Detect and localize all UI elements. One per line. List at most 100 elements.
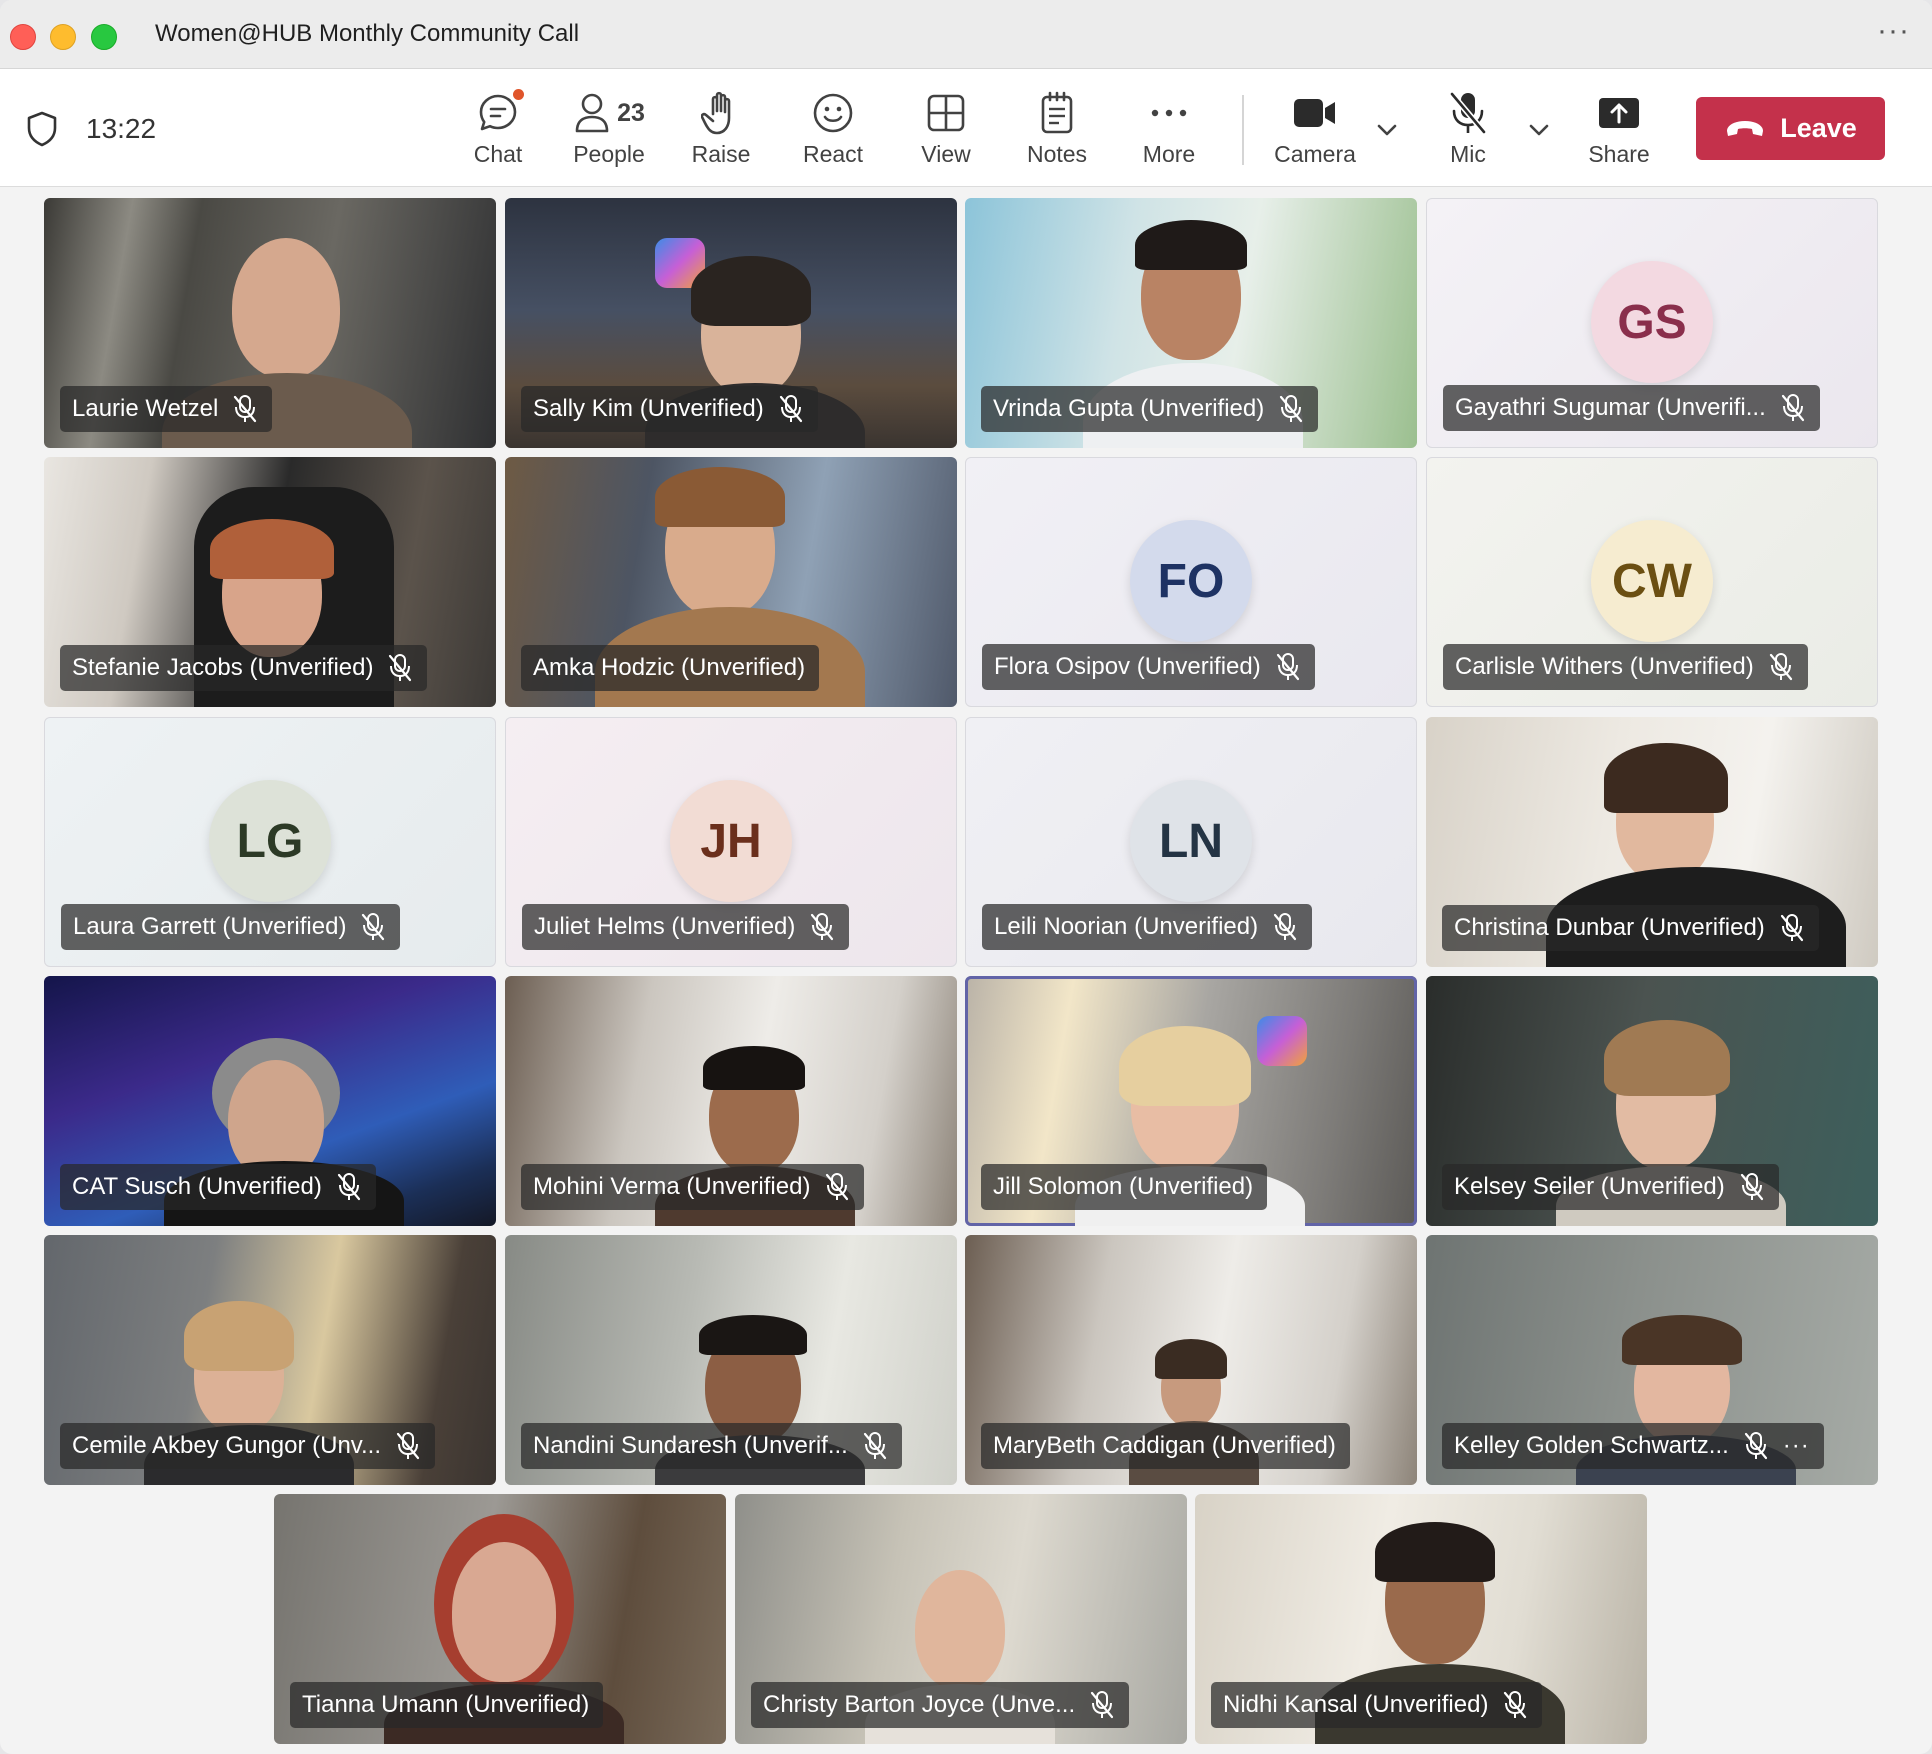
participant-name: Leili Noorian (Unverified) bbox=[994, 913, 1259, 940]
mic-off-icon bbox=[1448, 87, 1488, 139]
more-button[interactable]: More bbox=[1119, 87, 1219, 175]
mic-button[interactable]: Mic bbox=[1418, 87, 1518, 175]
more-dots-icon bbox=[1149, 87, 1189, 139]
participant-nameplate: Jill Solomon (Unverified) bbox=[981, 1164, 1268, 1210]
participant-tile[interactable]: CW Carlisle Withers (Unverified) bbox=[1426, 457, 1878, 707]
participant-nameplate: Christina Dunbar (Unverified) bbox=[1442, 905, 1819, 951]
participant-tile[interactable]: Nidhi Kansal (Unverified) bbox=[1195, 1494, 1647, 1744]
mic-label: Mic bbox=[1450, 141, 1486, 167]
participant-name: MaryBeth Caddigan (Unverified) bbox=[993, 1432, 1336, 1459]
raise-hand-button[interactable]: Raise bbox=[671, 87, 771, 175]
participant-name: Flora Osipov (Unverified) bbox=[994, 653, 1261, 680]
participant-name: CAT Susch (Unverified) bbox=[72, 1173, 322, 1200]
participant-name: Kelley Golden Schwartz... bbox=[1454, 1432, 1729, 1459]
participant-tile[interactable]: MaryBeth Caddigan (Unverified) bbox=[965, 1235, 1417, 1485]
participant-nameplate: Leili Noorian (Unverified) bbox=[982, 904, 1313, 950]
participant-name: Mohini Verma (Unverified) bbox=[533, 1173, 811, 1200]
participant-tile[interactable]: Cemile Akbey Gungor (Unv... bbox=[44, 1235, 496, 1485]
participant-more-options-icon[interactable]: ··· bbox=[1783, 1432, 1810, 1460]
teams-meeting-window: Women@HUB Monthly Community Call ··· 13:… bbox=[0, 0, 1932, 1754]
avatar: LN bbox=[1130, 780, 1252, 902]
avatar: FO bbox=[1130, 520, 1252, 642]
participant-tile[interactable]: Laurie Wetzel bbox=[44, 198, 496, 448]
participant-tile[interactable]: Kelsey Seiler (Unverified) bbox=[1426, 976, 1878, 1226]
participant-tile[interactable]: Sally Kim (Unverified) bbox=[505, 198, 957, 448]
mic-muted-icon bbox=[396, 1432, 420, 1460]
shield-icon[interactable] bbox=[26, 111, 58, 147]
participant-name: Vrinda Gupta (Unverified) bbox=[993, 395, 1265, 422]
participant-tile[interactable]: Christina Dunbar (Unverified) bbox=[1426, 717, 1878, 967]
view-button[interactable]: View bbox=[896, 87, 996, 175]
participant-name: Carlisle Withers (Unverified) bbox=[1455, 653, 1754, 680]
mic-muted-icon bbox=[1504, 1691, 1527, 1719]
react-label: React bbox=[802, 141, 864, 167]
participant-nameplate: Mohini Verma (Unverified) bbox=[521, 1164, 865, 1210]
chat-label: Chat bbox=[473, 141, 523, 167]
participant-name: Gayathri Sugumar (Unverifi... bbox=[1455, 394, 1766, 421]
participant-name: Laura Garrett (Unverified) bbox=[73, 913, 347, 940]
mic-muted-icon bbox=[1780, 914, 1803, 942]
raise-label: Raise bbox=[691, 141, 751, 167]
react-button[interactable]: React bbox=[783, 87, 883, 175]
participant-tile[interactable]: Christy Barton Joyce (Unve... bbox=[735, 1494, 1187, 1744]
participant-tile[interactable]: FO Flora Osipov (Unverified) bbox=[965, 457, 1417, 707]
participant-tile[interactable]: LG Laura Garrett (Unverified) bbox=[44, 717, 496, 967]
share-label: Share bbox=[1588, 141, 1650, 167]
participant-nameplate: Laura Garrett (Unverified) bbox=[61, 904, 401, 950]
participant-nameplate: Sally Kim (Unverified) bbox=[521, 386, 818, 432]
participant-nameplate: MaryBeth Caddigan (Unverified) bbox=[981, 1423, 1350, 1469]
participant-tile[interactable]: Nandini Sundaresh (Unverif... bbox=[505, 1235, 957, 1485]
mic-muted-icon bbox=[1091, 1691, 1114, 1719]
share-button[interactable]: Share bbox=[1569, 87, 1669, 175]
participant-name: Christy Barton Joyce (Unve... bbox=[763, 1691, 1076, 1718]
participant-name: Laurie Wetzel bbox=[72, 395, 219, 422]
people-count: 23 bbox=[617, 98, 645, 127]
participant-name: Cemile Akbey Gungor (Unv... bbox=[72, 1432, 382, 1459]
mic-muted-icon bbox=[1740, 1173, 1763, 1201]
camera-button[interactable]: Camera bbox=[1265, 87, 1365, 175]
participant-tile-active-speaker[interactable]: Jill Solomon (Unverified) bbox=[965, 976, 1417, 1226]
window-more-options-icon[interactable]: ··· bbox=[1877, 14, 1910, 48]
mic-muted-icon bbox=[1280, 395, 1303, 423]
meeting-title: Women@HUB Monthly Community Call bbox=[155, 20, 580, 47]
people-label: People bbox=[573, 141, 645, 167]
chat-button[interactable]: Chat bbox=[448, 87, 548, 175]
participant-tile[interactable]: GS Gayathri Sugumar (Unverifi... bbox=[1426, 198, 1878, 448]
participant-name: Sally Kim (Unverified) bbox=[533, 395, 764, 422]
participant-name: Nidhi Kansal (Unverified) bbox=[1223, 1691, 1489, 1718]
participant-tile[interactable]: Stefanie Jacobs (Unverified) bbox=[44, 457, 496, 707]
participant-nameplate: Nidhi Kansal (Unverified) bbox=[1211, 1682, 1543, 1728]
participant-tile[interactable]: Kelley Golden Schwartz... ··· bbox=[1426, 1235, 1878, 1485]
participant-nameplate: Kelsey Seiler (Unverified) bbox=[1442, 1164, 1779, 1210]
participant-nameplate: Flora Osipov (Unverified) bbox=[982, 644, 1315, 690]
participant-nameplate: Cemile Akbey Gungor (Unv... bbox=[60, 1423, 436, 1469]
participant-nameplate: Laurie Wetzel bbox=[60, 386, 273, 432]
minimize-window-button[interactable] bbox=[50, 24, 76, 50]
participant-nameplate: Juliet Helms (Unverified) bbox=[522, 904, 850, 950]
mic-muted-icon bbox=[863, 1432, 886, 1460]
mic-muted-icon bbox=[1274, 913, 1297, 941]
participant-tile[interactable]: LN Leili Noorian (Unverified) bbox=[965, 717, 1417, 967]
meeting-timer: 13:22 bbox=[86, 113, 157, 144]
participant-name: Jill Solomon (Unverified) bbox=[993, 1173, 1254, 1200]
camera-label: Camera bbox=[1274, 141, 1356, 167]
close-window-button[interactable] bbox=[10, 24, 36, 50]
participant-nameplate: CAT Susch (Unverified) bbox=[60, 1164, 376, 1210]
mic-muted-icon bbox=[779, 395, 802, 423]
participant-tile[interactable]: Tianna Umann (Unverified) bbox=[274, 1494, 726, 1744]
participant-tile[interactable]: Vrinda Gupta (Unverified) bbox=[965, 198, 1417, 448]
avatar: CW bbox=[1591, 520, 1713, 642]
mic-options-chevron-down-icon[interactable] bbox=[1526, 117, 1552, 143]
participant-tile[interactable]: CAT Susch (Unverified) bbox=[44, 976, 496, 1226]
hang-up-phone-icon bbox=[1727, 120, 1764, 136]
notes-button[interactable]: Notes bbox=[1007, 87, 1107, 175]
participant-tile[interactable]: Mohini Verma (Unverified) bbox=[505, 976, 957, 1226]
participant-name: Kelsey Seiler (Unverified) bbox=[1454, 1173, 1725, 1200]
participant-tile[interactable]: JH Juliet Helms (Unverified) bbox=[505, 717, 957, 967]
participant-name: Juliet Helms (Unverified) bbox=[534, 913, 796, 940]
participant-tile[interactable]: Amka Hodzic (Unverified) bbox=[505, 457, 957, 707]
maximize-window-button[interactable] bbox=[91, 24, 117, 50]
people-button[interactable]: 23 People bbox=[559, 87, 659, 175]
camera-options-chevron-down-icon[interactable] bbox=[1374, 117, 1400, 143]
leave-button[interactable]: Leave bbox=[1696, 97, 1885, 160]
